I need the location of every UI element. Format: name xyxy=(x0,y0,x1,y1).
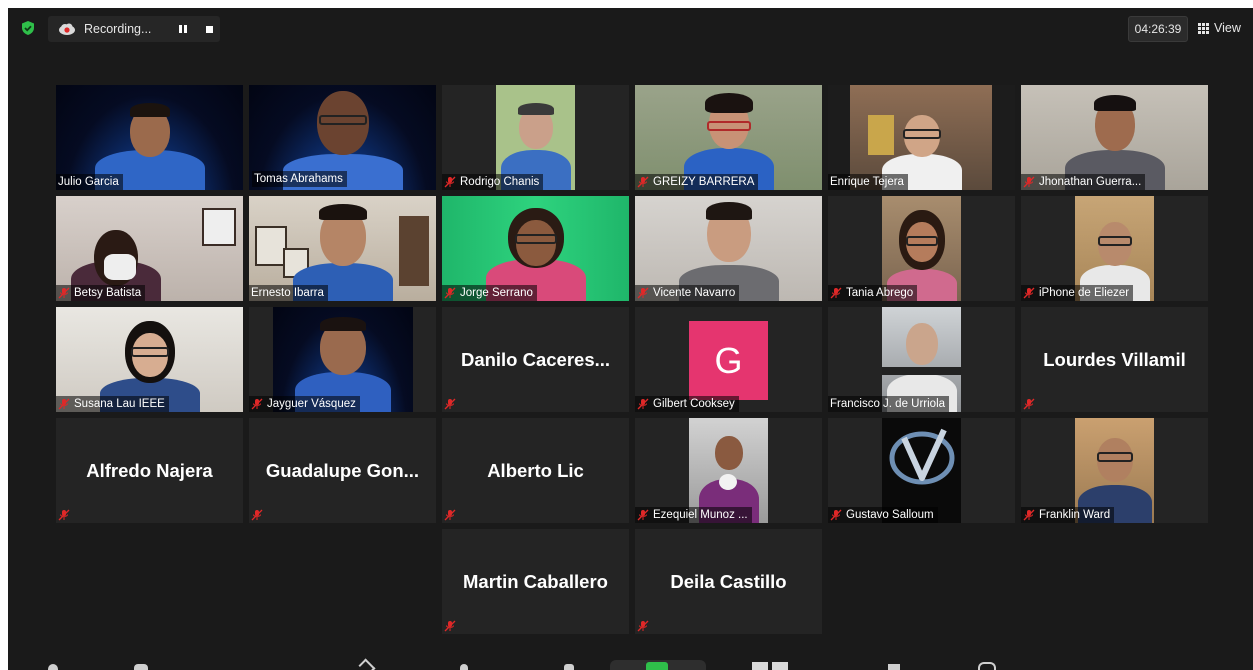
participant-name: Jorge Serrano xyxy=(442,285,537,301)
participant-tile[interactable]: Julio Garcia xyxy=(56,85,243,190)
participant-tile[interactable]: Deila Castillo xyxy=(635,529,822,634)
muted-mic-icon xyxy=(637,398,649,410)
apps-icon-2[interactable] xyxy=(772,662,788,670)
participant-name: Jhonathan Guerra... xyxy=(1021,174,1146,190)
participant-name: Gustavo Salloum xyxy=(828,507,938,523)
muted-mic-icon xyxy=(1023,398,1035,410)
view-button[interactable]: View xyxy=(1198,18,1241,38)
muted-mic-icon xyxy=(1023,176,1035,188)
participant-name: iPhone de Eliezer xyxy=(1021,285,1134,301)
participant-name: Ernesto Ibarra xyxy=(249,285,328,301)
participant-tile[interactable]: GREIZY BARRERA xyxy=(635,85,822,190)
participant-display-name: Alfredo Najera xyxy=(86,459,213,481)
muted-mic-icon xyxy=(251,509,263,521)
participant-display-name: Danilo Caceres... xyxy=(460,348,611,370)
participant-tile[interactable]: Vicente Navarro xyxy=(635,196,822,301)
participants-icon[interactable] xyxy=(48,664,58,670)
participant-name: Vicente Navarro xyxy=(635,285,740,301)
muted-mic-icon xyxy=(830,509,842,521)
participant-tile[interactable]: iPhone de Eliezer xyxy=(1021,196,1208,301)
recording-indicator: Recording... xyxy=(48,16,220,42)
participant-display-name: Guadalupe Gon... xyxy=(265,459,420,481)
participant-name: Betsy Batista xyxy=(56,285,146,301)
muted-mic-icon xyxy=(444,398,456,410)
participant-tile[interactable]: Jayguer Vásquez xyxy=(249,307,436,412)
muted-mic-icon xyxy=(251,398,263,410)
muted-mic-icon xyxy=(637,287,649,299)
chat-icon[interactable] xyxy=(134,664,148,670)
participant-tile[interactable]: Susana Lau IEEE xyxy=(56,307,243,412)
participant-tile[interactable]: G Gilbert Cooksey xyxy=(635,307,822,412)
muted-mic-icon xyxy=(444,176,456,188)
muted-mic-icon xyxy=(58,398,70,410)
participant-tile[interactable]: Ezequiel Munoz ... xyxy=(635,418,822,523)
meeting-window: Recording... 04:26:39 View Julio Garcia … xyxy=(8,8,1253,670)
view-label: View xyxy=(1214,21,1241,35)
meeting-toolbar xyxy=(8,658,1253,670)
muted-mic-icon xyxy=(58,287,70,299)
participant-name: Francisco J. de Urriola xyxy=(828,396,950,412)
participant-display-name: Deila Castillo xyxy=(670,570,787,592)
muted-mic-icon xyxy=(637,509,649,521)
participant-name: Rodrigo Chanis xyxy=(442,174,544,190)
participant-name: Susana Lau IEEE xyxy=(56,396,169,412)
participant-name: Tomas Abrahams xyxy=(252,171,347,187)
recording-label: Recording... xyxy=(84,22,152,36)
participant-tile[interactable]: Guadalupe Gon... xyxy=(249,418,436,523)
participant-tile[interactable]: Alfredo Najera xyxy=(56,418,243,523)
participant-name: Enrique Tejera xyxy=(828,174,908,190)
muted-mic-icon xyxy=(444,509,456,521)
participant-tile[interactable]: Lourdes Villamil xyxy=(1021,307,1208,412)
participant-tile[interactable]: Alberto Lic xyxy=(442,418,629,523)
profile-logo-icon xyxy=(889,428,955,485)
more-icon[interactable] xyxy=(978,662,996,670)
participant-tile[interactable]: Ernesto Ibarra xyxy=(249,196,436,301)
grid-view-icon xyxy=(1198,22,1209,34)
muted-mic-icon xyxy=(830,287,842,299)
cloud-record-icon xyxy=(59,23,75,35)
participant-name: Jayguer Vásquez xyxy=(249,396,360,412)
participant-tile[interactable]: Danilo Caceres... xyxy=(442,307,629,412)
participant-tile[interactable]: Martin Caballero xyxy=(442,529,629,634)
participant-tile[interactable]: Francisco J. de Urriola xyxy=(828,307,1015,412)
participant-display-name: Alberto Lic xyxy=(487,459,584,481)
participant-name: Franklin Ward xyxy=(1021,507,1115,523)
whiteboard-icon[interactable] xyxy=(888,664,900,670)
top-bar: Recording... 04:26:39 View xyxy=(8,8,1253,52)
muted-mic-icon xyxy=(444,287,456,299)
avatar: G xyxy=(689,321,768,400)
participant-name: Julio Garcia xyxy=(56,174,123,190)
muted-mic-icon xyxy=(637,176,649,188)
muted-mic-icon xyxy=(1023,509,1035,521)
participant-tile[interactable]: Enrique Tejera xyxy=(828,85,1015,190)
muted-mic-icon xyxy=(58,509,70,521)
meeting-timer: 04:26:39 xyxy=(1128,16,1188,42)
participant-tile[interactable]: Betsy Batista xyxy=(56,196,243,301)
participant-tile[interactable]: Gustavo Salloum xyxy=(828,418,1015,523)
record-icon[interactable] xyxy=(460,664,468,670)
apps-icon[interactable] xyxy=(752,662,768,670)
participant-tile[interactable]: Franklin Ward xyxy=(1021,418,1208,523)
active-toolbar-button[interactable] xyxy=(610,660,706,670)
participant-name: GREIZY BARRERA xyxy=(635,174,759,190)
participant-name: Tania Abrego xyxy=(828,285,918,301)
participant-tile[interactable]: Tania Abrego xyxy=(828,196,1015,301)
participant-tile[interactable]: Jhonathan Guerra... xyxy=(1021,85,1208,190)
participant-tile[interactable]: Rodrigo Chanis xyxy=(442,85,629,190)
participant-tile-active-speaker[interactable]: Tomas Abrahams xyxy=(249,85,436,190)
shield-icon[interactable] xyxy=(20,20,36,36)
participant-name: Ezequiel Munoz ... xyxy=(635,507,752,523)
muted-mic-icon xyxy=(1023,287,1035,299)
muted-mic-icon xyxy=(637,620,649,632)
pause-recording-button[interactable] xyxy=(176,22,190,36)
muted-mic-icon xyxy=(444,620,456,632)
participant-name: Gilbert Cooksey xyxy=(635,396,739,412)
participant-display-name: Lourdes Villamil xyxy=(1043,348,1186,370)
reactions-icon[interactable] xyxy=(564,664,574,670)
participant-display-name: Martin Caballero xyxy=(463,570,608,592)
stop-recording-button[interactable] xyxy=(202,22,216,36)
share-screen-icon[interactable] xyxy=(358,658,376,670)
participant-tile[interactable]: Jorge Serrano xyxy=(442,196,629,301)
